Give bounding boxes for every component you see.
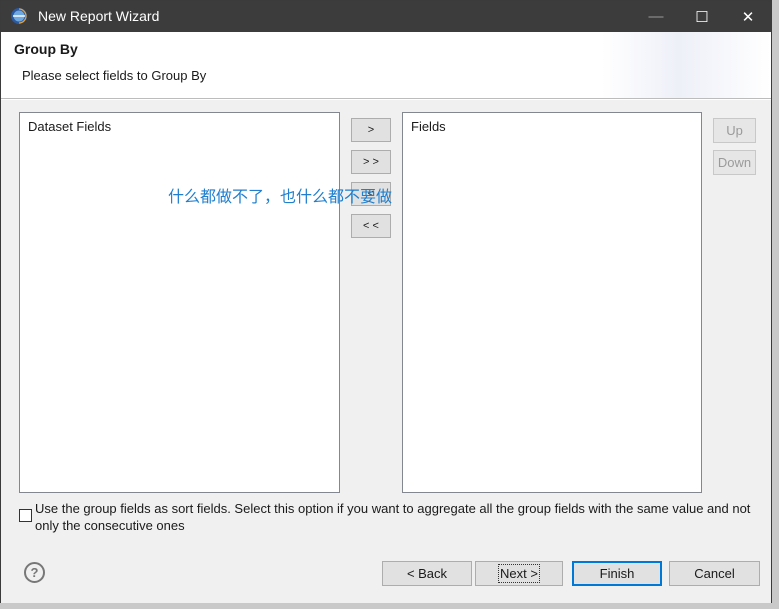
help-icon[interactable]: ? bbox=[24, 562, 45, 583]
wizard-header: Group By Please select fields to Group B… bbox=[1, 32, 771, 99]
sort-fields-checkbox[interactable] bbox=[19, 509, 32, 522]
group-fields-list[interactable]: Fields bbox=[402, 112, 702, 493]
page-description: Please select fields to Group By bbox=[22, 68, 207, 83]
add-field-button[interactable]: > bbox=[351, 118, 391, 142]
minimize-button[interactable]: — bbox=[633, 1, 679, 32]
next-button[interactable]: Next > bbox=[475, 561, 563, 586]
move-up-button[interactable]: Up bbox=[713, 118, 756, 143]
wizard-dialog: New Report Wizard — ☐ ✕ Group By Please … bbox=[0, 0, 772, 603]
add-all-fields-button[interactable]: > > bbox=[351, 150, 391, 174]
dataset-fields-label: Dataset Fields bbox=[28, 119, 112, 134]
move-down-button[interactable]: Down bbox=[713, 150, 756, 175]
title-bar: New Report Wizard — ☐ ✕ bbox=[1, 1, 771, 32]
window-title: New Report Wizard bbox=[38, 8, 160, 24]
back-button[interactable]: < Back bbox=[382, 561, 472, 586]
next-button-label: Next > bbox=[498, 564, 540, 583]
back-button-label: < Back bbox=[406, 566, 448, 581]
background-window-strip bbox=[0, 603, 779, 609]
eclipse-app-icon bbox=[11, 8, 27, 24]
sort-fields-label: Use the group fields as sort fields. Sel… bbox=[35, 501, 751, 533]
wizard-content: Dataset Fields > > > < < < Fields Up Dow… bbox=[1, 100, 771, 546]
group-fields-label: Fields bbox=[411, 119, 446, 134]
page-title: Group By bbox=[14, 41, 78, 57]
overlay-annotation-text: 什么都做不了，也什么都不要做 bbox=[168, 187, 393, 206]
close-button[interactable]: ✕ bbox=[725, 1, 771, 32]
dataset-fields-list[interactable]: Dataset Fields bbox=[19, 112, 340, 493]
maximize-button[interactable]: ☐ bbox=[679, 1, 725, 32]
wizard-footer: ? < Back Next > Finish Cancel bbox=[1, 546, 771, 603]
finish-button-label: Finish bbox=[599, 566, 635, 581]
cancel-button[interactable]: Cancel bbox=[669, 561, 760, 586]
cancel-button-label: Cancel bbox=[694, 566, 735, 581]
background-window-strip bbox=[772, 0, 779, 609]
remove-all-fields-button[interactable]: < < bbox=[351, 214, 391, 238]
finish-button[interactable]: Finish bbox=[572, 561, 662, 586]
